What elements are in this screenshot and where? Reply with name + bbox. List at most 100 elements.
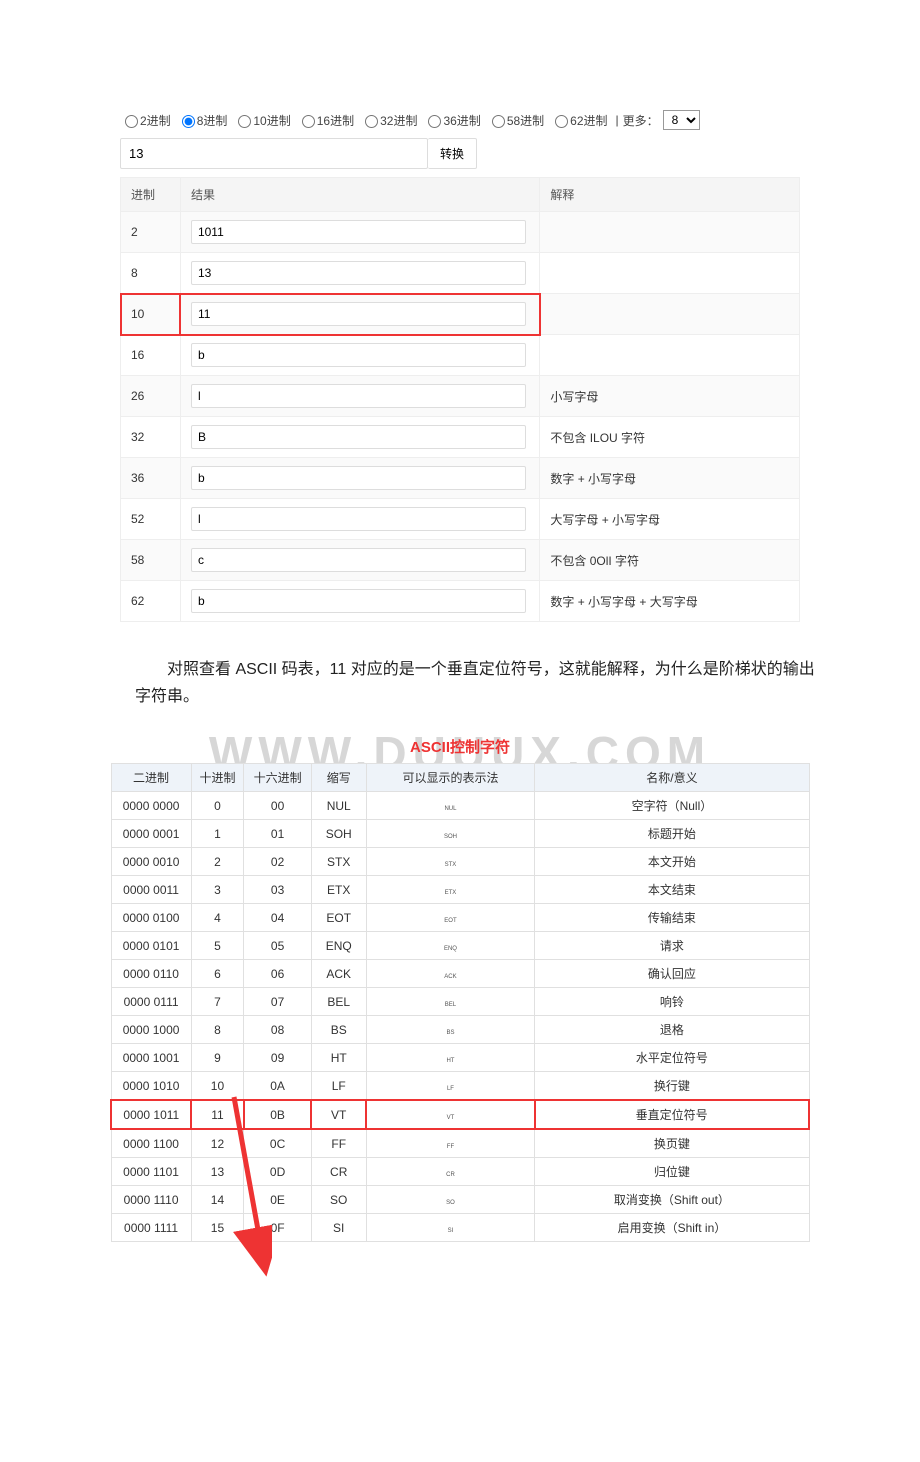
cell-explain [540, 294, 800, 335]
cell-abbr: EOT [311, 904, 366, 932]
cell-hex: 0E [244, 1186, 311, 1214]
cell-bin: 0000 0000 [111, 792, 191, 820]
cell-base: 10 [121, 294, 181, 335]
base-radio-input[interactable] [555, 115, 568, 128]
cell-name: 请求 [535, 932, 809, 960]
cell-display: ETX [366, 876, 535, 904]
base-radio-input[interactable] [492, 115, 505, 128]
col-result: 结果 [180, 178, 539, 212]
base-radio-label: 32进制 [380, 112, 417, 129]
result-input[interactable] [191, 220, 526, 244]
base-radio-input[interactable] [302, 115, 315, 128]
cell-explain: 数字 + 小写字母 [540, 458, 800, 499]
ascii-col-bin: 二进制 [111, 764, 191, 792]
table-row: 58不包含 0OlI 字符 [121, 540, 800, 581]
base-radio[interactable]: 32进制 [360, 112, 417, 129]
cell-base: 36 [121, 458, 181, 499]
base-radio[interactable]: 2进制 [120, 112, 171, 129]
result-input[interactable] [191, 589, 526, 613]
table-row: 0000 0110606ACKACK确认回应 [111, 960, 809, 988]
convert-input-row: 转换 [120, 138, 800, 169]
cell-name: 确认回应 [535, 960, 809, 988]
result-input[interactable] [191, 261, 526, 285]
cell-hex: 03 [244, 876, 311, 904]
table-row: 0000 1111150FSISI启用变换（Shift in） [111, 1214, 809, 1242]
table-row: 32不包含 ILOU 字符 [121, 417, 800, 458]
cell-name: 本文开始 [535, 848, 809, 876]
convert-button[interactable]: 转换 [428, 138, 477, 169]
cell-name: 传输结束 [535, 904, 809, 932]
cell-bin: 0000 1000 [111, 1016, 191, 1044]
ascii-col-name: 名称/意义 [535, 764, 809, 792]
base-radio-input[interactable] [238, 115, 251, 128]
table-row: 8 [121, 253, 800, 294]
base-radio[interactable]: 8进制 [177, 112, 228, 129]
cell-bin: 0000 0010 [111, 848, 191, 876]
base-radio-label: 58进制 [507, 112, 544, 129]
base-radio-input[interactable] [182, 115, 195, 128]
cell-explain: 大写字母 + 小写字母 [540, 499, 800, 540]
base-radio[interactable]: 36进制 [423, 112, 480, 129]
base-radio-input[interactable] [125, 115, 138, 128]
result-input[interactable] [191, 548, 526, 572]
cell-dec: 9 [191, 1044, 244, 1072]
table-row: 0000 1011110BVTVT垂直定位符号 [111, 1100, 809, 1129]
cell-name: 标题开始 [535, 820, 809, 848]
cell-base: 26 [121, 376, 181, 417]
cell-hex: 0F [244, 1214, 311, 1242]
ascii-col-abbr: 缩写 [311, 764, 366, 792]
table-row: 0000 1100120CFFFF换页键 [111, 1129, 809, 1158]
result-input[interactable] [191, 302, 526, 326]
cell-abbr: CR [311, 1158, 366, 1186]
base-radio-label: 10进制 [253, 112, 290, 129]
more-select[interactable]: 8 [663, 110, 700, 130]
cell-result [180, 540, 539, 581]
base-radio[interactable]: 10进制 [233, 112, 290, 129]
convert-input[interactable] [120, 138, 428, 169]
cell-result [180, 499, 539, 540]
cell-result [180, 458, 539, 499]
cell-dec: 8 [191, 1016, 244, 1044]
cell-dec: 1 [191, 820, 244, 848]
cell-name: 启用变换（Shift in） [535, 1214, 809, 1242]
base-radio-input[interactable] [365, 115, 378, 128]
result-input[interactable] [191, 384, 526, 408]
cell-abbr: SOH [311, 820, 366, 848]
cell-display: ENQ [366, 932, 535, 960]
cell-dec: 10 [191, 1072, 244, 1101]
ascii-col-disp: 可以显示的表示法 [366, 764, 535, 792]
table-row: 0000 1000808BSBS退格 [111, 1016, 809, 1044]
cell-result [180, 253, 539, 294]
base-radio-row: 2进制8进制10进制16进制32进制36进制58进制62进制| 更多： 8 [120, 110, 800, 130]
cell-dec: 15 [191, 1214, 244, 1242]
cell-abbr: NUL [311, 792, 366, 820]
table-row: 0000 0010202STXSTX本文开始 [111, 848, 809, 876]
base-radio[interactable]: 62进制 [550, 112, 607, 129]
cell-base: 62 [121, 581, 181, 622]
cell-display: BS [366, 1016, 535, 1044]
result-input[interactable] [191, 507, 526, 531]
table-row: 16 [121, 335, 800, 376]
cell-name: 垂直定位符号 [535, 1100, 809, 1129]
cell-dec: 11 [191, 1100, 244, 1129]
table-row: 0000 1110140ESOSO取消变换（Shift out） [111, 1186, 809, 1214]
base-radio-input[interactable] [428, 115, 441, 128]
result-input[interactable] [191, 425, 526, 449]
table-row: 0000 0000000NULNUL空字符（Null） [111, 792, 809, 820]
base-radio[interactable]: 58进制 [487, 112, 544, 129]
cell-result [180, 294, 539, 335]
cell-explain [540, 212, 800, 253]
cell-hex: 01 [244, 820, 311, 848]
cell-display: LF [366, 1072, 535, 1101]
result-input[interactable] [191, 466, 526, 490]
cell-abbr: SO [311, 1186, 366, 1214]
cell-abbr: ENQ [311, 932, 366, 960]
cell-hex: 09 [244, 1044, 311, 1072]
ascii-section: WWW.DUUUX.COM ASCII控制字符 二进制 十进制 十六进制 缩写 … [110, 736, 810, 1242]
result-input[interactable] [191, 343, 526, 367]
cell-name: 本文结束 [535, 876, 809, 904]
col-explain: 解释 [540, 178, 800, 212]
cell-display: NUL [366, 792, 535, 820]
base-radio[interactable]: 16进制 [297, 112, 354, 129]
table-row: 0000 1001909HTHT水平定位符号 [111, 1044, 809, 1072]
